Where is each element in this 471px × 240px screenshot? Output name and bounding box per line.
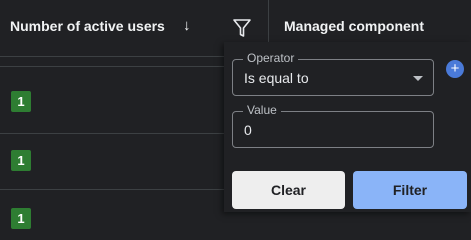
active-users-badge: 1 — [11, 208, 31, 229]
operator-select[interactable]: Operator Is equal to — [232, 51, 434, 96]
add-condition-button[interactable]: + — [446, 60, 464, 78]
filter-popup: Operator Is equal to + Value 0 Clear Fil… — [224, 42, 471, 212]
operator-value: Is equal to — [244, 70, 309, 86]
value-input[interactable]: Value 0 — [232, 103, 434, 148]
row-divider — [0, 189, 230, 190]
column-title-active-users[interactable]: Number of active users — [10, 18, 165, 34]
active-users-badge: 1 — [11, 91, 31, 112]
column-title-managed-component[interactable]: Managed component — [284, 18, 424, 34]
chevron-down-icon — [413, 76, 423, 81]
clear-button[interactable]: Clear — [232, 171, 345, 209]
row-divider — [0, 66, 230, 67]
operator-label: Operator — [243, 51, 299, 65]
value-label: Value — [243, 103, 281, 117]
sort-desc-icon[interactable]: ↓ — [183, 17, 191, 34]
row-divider — [0, 133, 230, 134]
value-text: 0 — [244, 122, 252, 138]
filter-icon[interactable] — [232, 17, 252, 39]
active-users-badge: 1 — [11, 150, 31, 171]
filter-button[interactable]: Filter — [353, 171, 467, 209]
